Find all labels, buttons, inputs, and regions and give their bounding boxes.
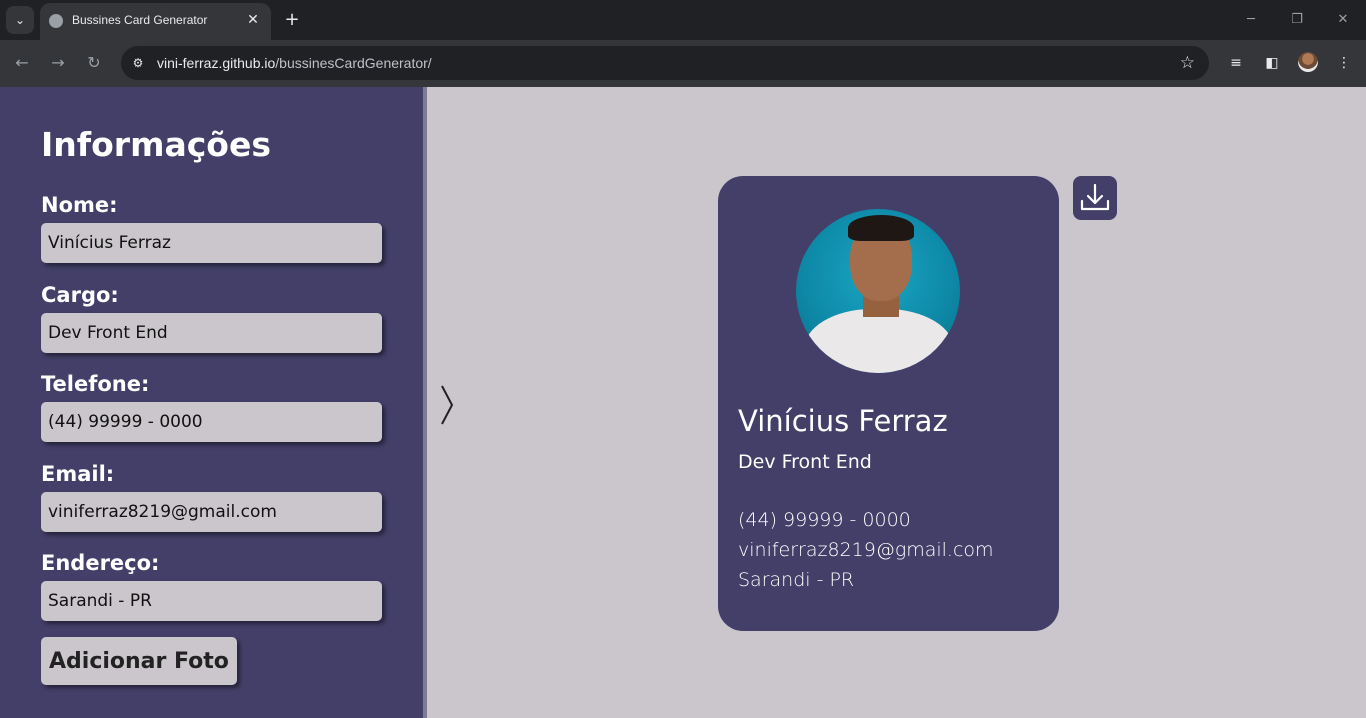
close-tab-icon[interactable]: ✕ [243, 10, 263, 30]
media-controls-icon[interactable]: ≡ [1226, 53, 1246, 73]
sidebar-title: Informações [41, 125, 271, 164]
forward-icon[interactable]: → [46, 51, 70, 75]
side-panel-icon[interactable]: ◧ [1262, 53, 1282, 73]
back-icon[interactable]: ← [10, 51, 34, 75]
address-input[interactable] [41, 581, 382, 621]
card-name: Vinícius Ferraz [738, 404, 948, 438]
phone-label: Telefone: [41, 372, 150, 396]
browser-tab[interactable]: Bussines Card Generator ✕ [40, 3, 271, 40]
globe-icon [49, 14, 63, 28]
email-input[interactable] [41, 492, 382, 532]
sidebar-divider [423, 87, 427, 718]
new-tab-icon[interactable]: + [280, 8, 304, 32]
add-photo-button[interactable]: Adicionar Foto [41, 637, 237, 685]
browser-toolbar: ← → ↻ ⚙ vini-ferraz.github.io/bussinesCa… [0, 40, 1366, 87]
chevron-right-icon[interactable] [437, 384, 457, 426]
minimize-icon[interactable]: ─ [1228, 8, 1274, 32]
page-content: Informações Nome: Cargo: Telefone: Email… [0, 87, 1366, 718]
name-label: Nome: [41, 193, 118, 217]
phone-input[interactable] [41, 402, 382, 442]
tab-title: Bussines Card Generator [72, 13, 208, 27]
info-sidebar: Informações Nome: Cargo: Telefone: Email… [0, 87, 423, 718]
address-label: Endereço: [41, 551, 160, 575]
name-input[interactable] [41, 223, 382, 263]
close-window-icon[interactable]: ✕ [1320, 8, 1366, 32]
browser-tab-strip: ⌄ Bussines Card Generator ✕ + ─ ❐ ✕ [0, 0, 1366, 40]
url-text[interactable]: vini-ferraz.github.io/bussinesCardGenera… [157, 55, 432, 71]
bookmark-star-icon[interactable]: ☆ [1180, 53, 1195, 73]
profile-avatar[interactable] [1298, 52, 1318, 72]
menu-dots-icon[interactable]: ⋮ [1334, 53, 1354, 73]
role-label: Cargo: [41, 283, 119, 307]
restore-icon[interactable]: ❐ [1274, 8, 1320, 32]
address-bar[interactable]: ⚙ vini-ferraz.github.io/bussinesCardGene… [121, 46, 1209, 80]
card-role: Dev Front End [738, 451, 872, 473]
card-phone: (44) 99999 - 0000 [738, 509, 911, 531]
reload-icon[interactable]: ↻ [82, 51, 106, 75]
download-icon [1080, 183, 1110, 211]
email-label: Email: [41, 462, 115, 486]
business-card: Vinícius Ferraz Dev Front End (44) 99999… [718, 176, 1059, 631]
card-address: Sarandi - PR [738, 569, 855, 591]
tab-search-icon[interactable]: ⌄ [6, 6, 34, 34]
site-info-icon[interactable]: ⚙ [129, 54, 147, 72]
profile-photo [796, 209, 960, 373]
role-input[interactable] [41, 313, 382, 353]
download-button[interactable] [1073, 176, 1117, 220]
card-email: viniferraz8219@gmail.com [738, 539, 994, 561]
